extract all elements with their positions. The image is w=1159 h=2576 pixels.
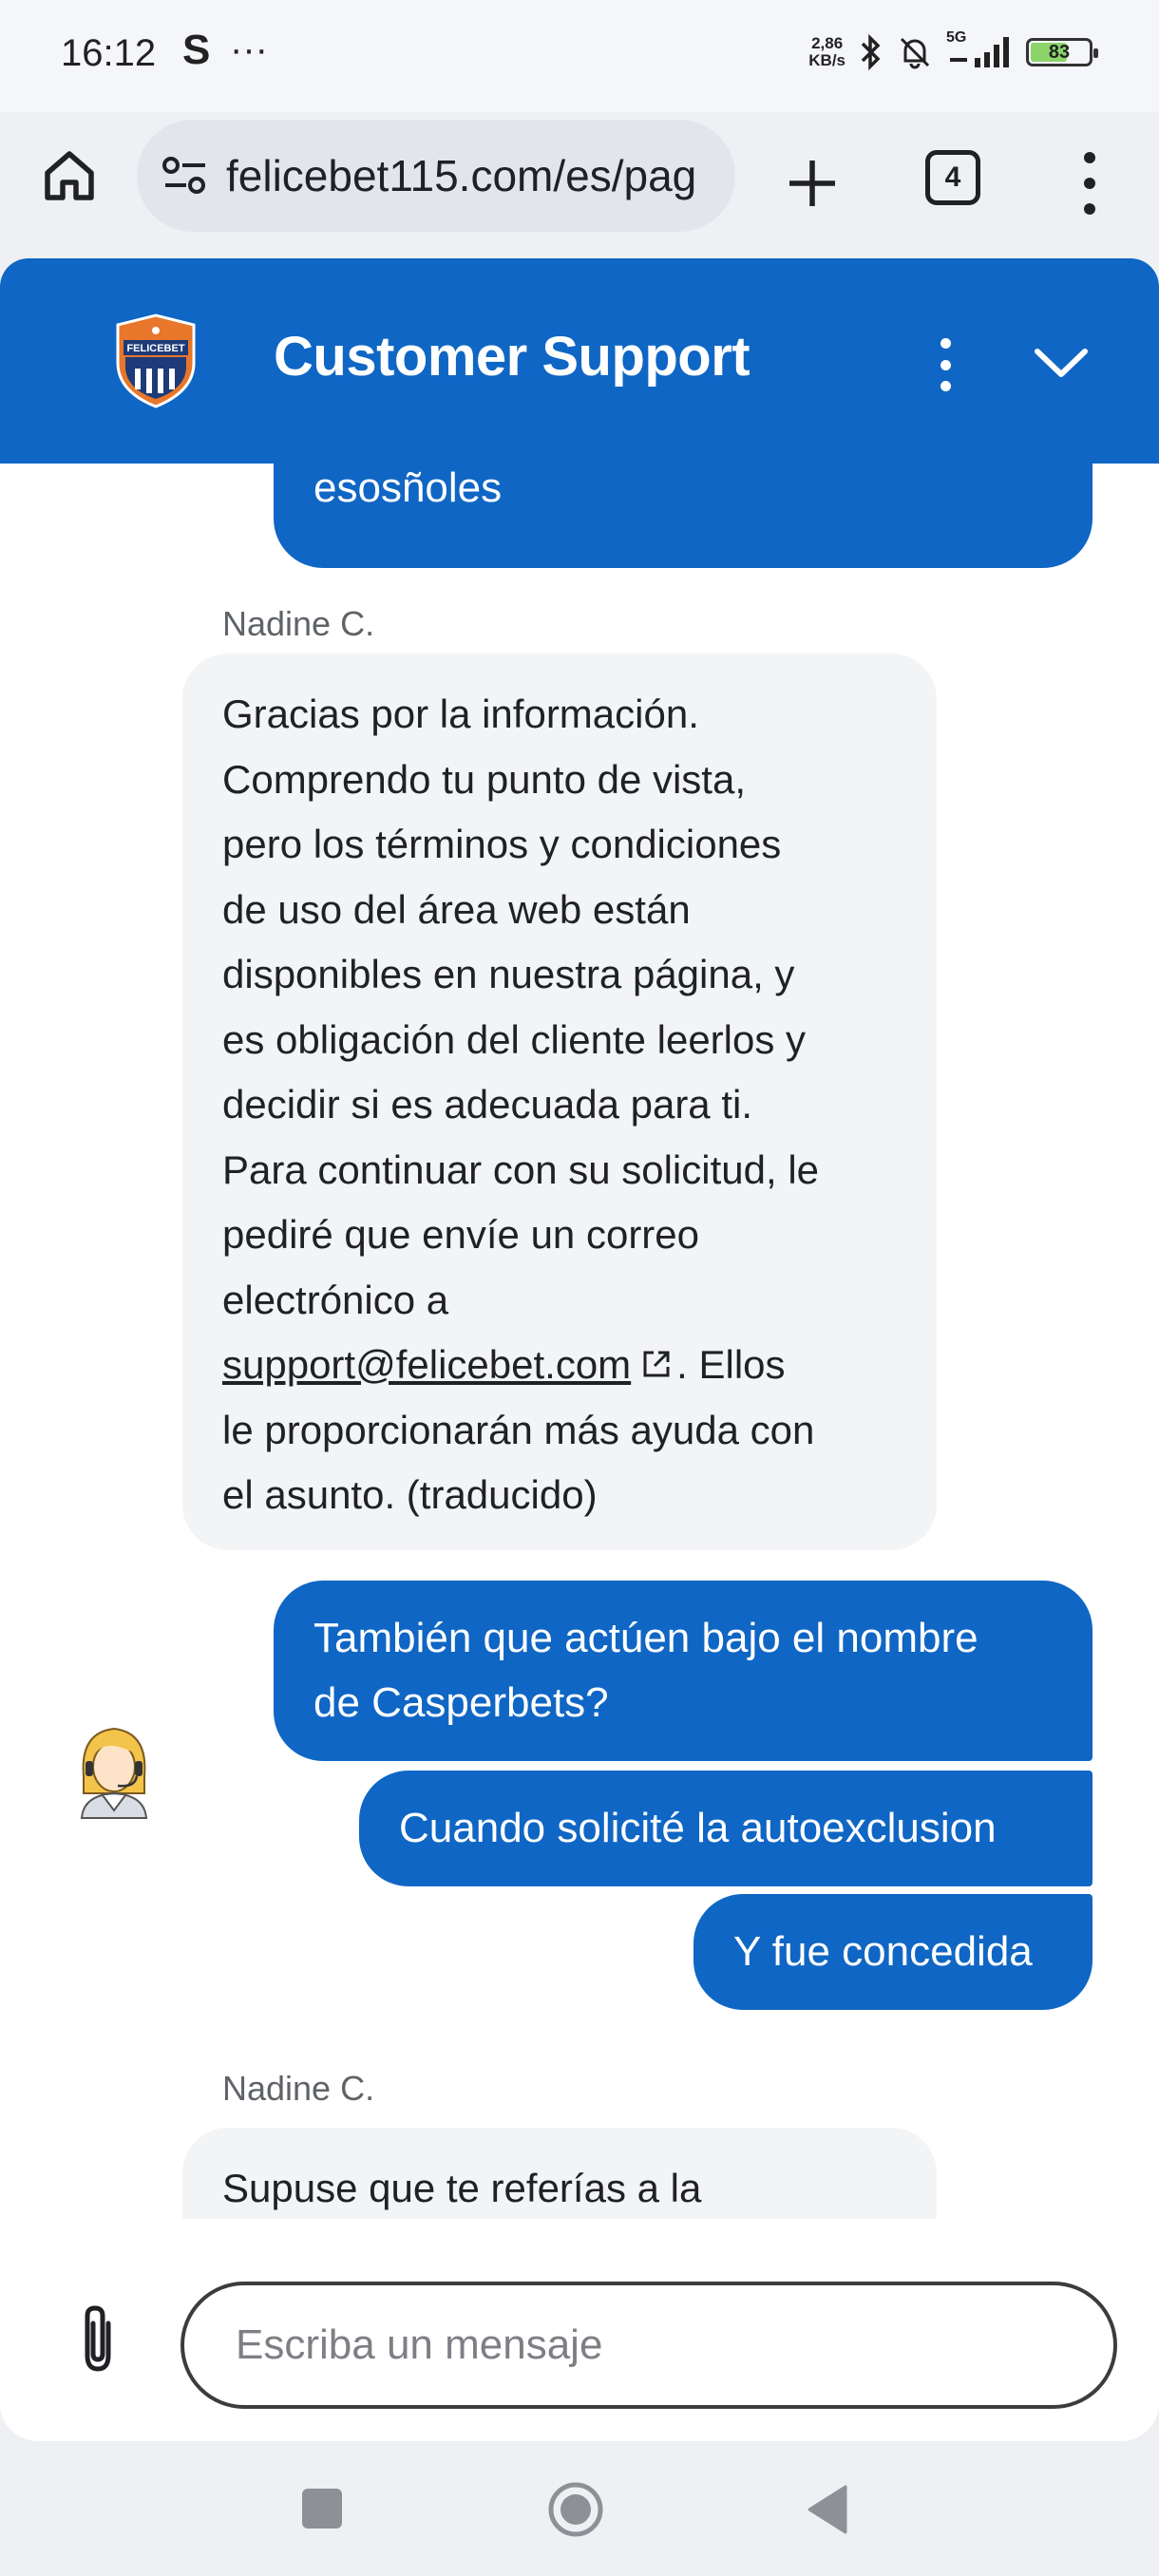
message-line: Gracias por la información. bbox=[222, 691, 699, 736]
user-message-bubble: También que actúen bajo el nombre de Cas… bbox=[274, 1581, 1092, 1761]
agent-avatar bbox=[80, 1727, 148, 1819]
minimize-chevron-icon[interactable] bbox=[1028, 336, 1094, 389]
message-line: Comprendo tu punto de vista, bbox=[222, 756, 747, 802]
system-navigation-bar bbox=[0, 2441, 1159, 2576]
agent-message-bubble: Supuse que te referías a la bbox=[182, 2128, 937, 2219]
status-bar: 16:12 S ··· 2,86 KB/s 5G 83 bbox=[0, 0, 1159, 112]
message-composer bbox=[0, 2219, 1159, 2441]
site-settings-icon[interactable] bbox=[162, 155, 209, 197]
network-speed-value: 2,86 bbox=[811, 34, 844, 52]
agent-name: Nadine C. bbox=[222, 2069, 375, 2108]
message-text: Supuse que te referías a la bbox=[222, 2166, 702, 2210]
user-message-bubble: esosñoles bbox=[274, 464, 1092, 568]
recents-button[interactable] bbox=[302, 2489, 342, 2529]
network-speed: 2,86 KB/s bbox=[808, 35, 846, 69]
message-line: le proporcionarán más ayuda con bbox=[222, 1407, 815, 1452]
carrier-icon: S bbox=[182, 27, 211, 73]
battery-icon: 83 bbox=[1026, 38, 1098, 66]
chat-header: FELICEBET Customer Support bbox=[0, 258, 1159, 464]
message-list[interactable]: esosñoles Nadine C. Gracias por la infor… bbox=[0, 464, 1159, 2219]
muted-bell-icon bbox=[900, 37, 930, 69]
chat-options-button[interactable] bbox=[931, 338, 960, 391]
message-line: support@felicebet.com . Ellos bbox=[222, 1333, 937, 1398]
message-line: el asunto. (traducido) bbox=[222, 1472, 598, 1517]
more-notifications-icon: ··· bbox=[230, 28, 268, 70]
attachment-paperclip-icon[interactable] bbox=[68, 2301, 127, 2377]
message-input[interactable] bbox=[180, 2282, 1117, 2409]
signal-indicator: 5G bbox=[946, 29, 1013, 69]
home-circle-icon[interactable] bbox=[547, 2481, 604, 2538]
support-email-link[interactable]: support@felicebet.com bbox=[222, 1342, 631, 1387]
svg-text:FELICEBET: FELICEBET bbox=[126, 343, 184, 354]
more-menu-button[interactable] bbox=[1066, 152, 1113, 215]
message-line: pediré que envíe un correo bbox=[222, 1212, 700, 1257]
url-text[interactable]: felicebet115.com/es/pag bbox=[226, 150, 696, 201]
felicebet-logo: FELICEBET bbox=[116, 313, 196, 408]
status-icons: 2,86 KB/s 5G 83 bbox=[808, 29, 1098, 70]
home-button[interactable] bbox=[36, 142, 103, 209]
message-line: decidir si es adecuada para ti. bbox=[222, 1082, 752, 1127]
message-line: es obligación del cliente leerlos y bbox=[222, 1016, 807, 1062]
bluetooth-icon bbox=[861, 34, 881, 70]
agent-message-bubble: Gracias por la información. Comprendo tu… bbox=[182, 653, 937, 1550]
message-line: de uso del área web están bbox=[222, 886, 691, 932]
message-text: esosñoles bbox=[314, 464, 503, 511]
back-triangle-icon[interactable] bbox=[806, 2483, 849, 2536]
message-text: Cuando solicité la autoexclusion bbox=[399, 1805, 997, 1851]
message-line: disponibles en nuestra página, y bbox=[222, 952, 795, 996]
home-icon bbox=[45, 151, 94, 200]
new-tab-icon bbox=[789, 161, 835, 206]
message-line: electrónico a bbox=[222, 1277, 449, 1322]
message-text: . Ellos bbox=[676, 1342, 786, 1387]
user-message-bubble: Y fue concedida bbox=[694, 1894, 1092, 2010]
signal-icon bbox=[950, 37, 1009, 67]
battery-level: 83 bbox=[1048, 41, 1071, 63]
address-bar[interactable]: felicebet115.com/es/pag bbox=[137, 120, 735, 232]
external-link-icon[interactable] bbox=[640, 1348, 673, 1380]
new-tab-button[interactable] bbox=[779, 150, 846, 217]
chat-widget: FELICEBET Customer Support esosñoles Nad… bbox=[0, 258, 1159, 2441]
chat-header-title: Customer Support bbox=[274, 326, 750, 388]
user-message-bubble: Cuando solicité la autoexclusion bbox=[359, 1771, 1092, 1886]
status-time: 16:12 bbox=[61, 32, 157, 74]
message-line: de Casperbets? bbox=[314, 1679, 609, 1726]
message-text: Y fue concedida bbox=[733, 1928, 1033, 1975]
agent-name: Nadine C. bbox=[222, 604, 375, 643]
message-line: También que actúen bajo el nombre bbox=[314, 1615, 978, 1661]
tab-switcher-button[interactable]: 4 bbox=[925, 150, 980, 205]
tab-count: 4 bbox=[944, 161, 961, 193]
network-speed-unit: KB/s bbox=[808, 51, 846, 69]
message-line: Para continuar con su solicitud, le bbox=[222, 1146, 820, 1192]
message-line: pero los términos y condiciones bbox=[222, 822, 782, 866]
